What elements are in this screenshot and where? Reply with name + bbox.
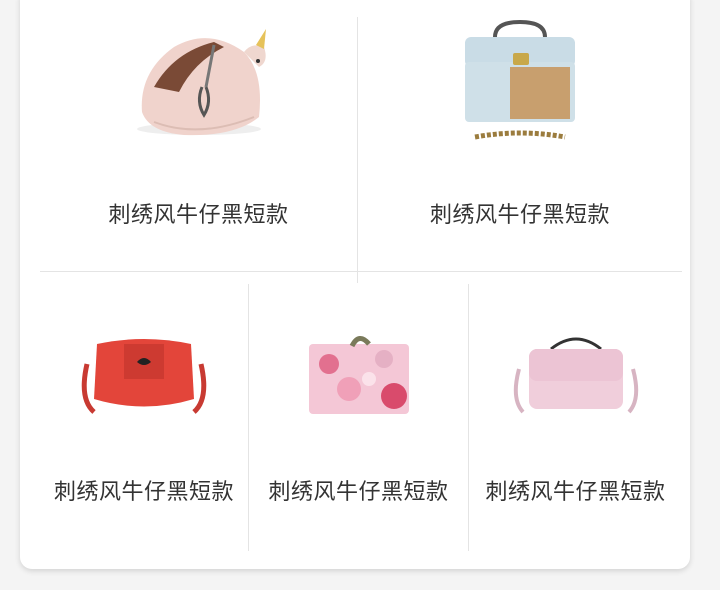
product-row-bottom: 刺绣风牛仔黑短款 刺绣风牛仔黑短款 刺绣风牛仔黑短款: [40, 284, 682, 551]
product-name: 刺绣风牛仔黑短款: [485, 480, 666, 505]
pink-handbag-image: [513, 337, 638, 414]
product-name: 刺绣风牛仔黑短款: [53, 480, 234, 505]
red-saddle-bag-image: [81, 339, 207, 414]
product-name: 刺绣风牛仔黑短款: [429, 203, 610, 228]
floral-clutch-image: [308, 336, 409, 414]
row-divider: [40, 271, 682, 272]
product-item[interactable]: 刺绣风牛仔黑短款: [40, 17, 358, 283]
blue-cork-bag-image: [465, 19, 575, 140]
product-item[interactable]: 刺绣风牛仔黑短款: [358, 17, 682, 283]
product-grid-card: 刺绣风牛仔黑短款 刺绣风牛仔黑短款 刺绣风牛仔黑短款 刺绣风牛仔黑短款 刺绣风牛…: [20, 0, 690, 569]
product-item[interactable]: 刺绣风牛仔黑短款: [40, 284, 249, 551]
product-item[interactable]: 刺绣风牛仔黑短款: [249, 284, 469, 551]
product-row-top: 刺绣风牛仔黑短款 刺绣风牛仔黑短款: [40, 17, 682, 283]
product-item[interactable]: 刺绣风牛仔黑短款: [469, 284, 682, 551]
product-name: 刺绣风牛仔黑短款: [108, 203, 289, 228]
unicorn-pouch-image: [136, 29, 266, 136]
product-name: 刺绣风牛仔黑短款: [268, 480, 449, 505]
